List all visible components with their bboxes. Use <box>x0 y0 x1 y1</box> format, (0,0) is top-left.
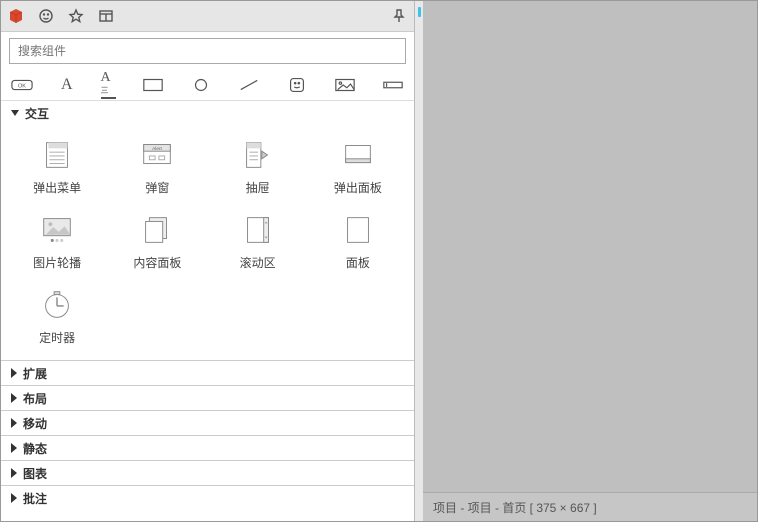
section-interaction: 交互 弹出菜单 Alert 弹窗 抽屉 弹出面板 <box>1 101 414 361</box>
section-header-layout[interactable]: 布局 <box>1 386 414 410</box>
component-label: 面板 <box>346 254 370 271</box>
component-label: 图片轮播 <box>33 254 81 271</box>
component-panel[interactable]: 面板 <box>308 208 408 277</box>
search-input-wrapper[interactable] <box>9 38 406 64</box>
section-mobile: 移动 <box>1 411 414 436</box>
chevron-right-icon <box>11 493 17 503</box>
popout-menu-icon <box>37 139 77 171</box>
app-window: OK A A三 交互 弹出菜单 Alert 弹窗 <box>0 0 758 522</box>
search-input[interactable] <box>16 43 399 59</box>
cube-icon[interactable] <box>7 7 25 25</box>
component-popout-menu[interactable]: 弹出菜单 <box>7 133 107 202</box>
chevron-right-icon <box>11 418 17 428</box>
section-header-static[interactable]: 静态 <box>1 436 414 460</box>
panel-topbar <box>1 1 414 32</box>
component-label: 弹出面板 <box>334 179 382 196</box>
section-title: 图表 <box>23 465 47 482</box>
component-label: 滚动区 <box>240 254 276 271</box>
section-static: 静态 <box>1 436 414 461</box>
component-label: 定时器 <box>39 329 75 346</box>
panel-resize-handle[interactable] <box>415 1 423 521</box>
section-extend: 扩展 <box>1 361 414 386</box>
section-header-extend[interactable]: 扩展 <box>1 361 414 385</box>
ok-button-shape[interactable]: OK <box>11 76 33 94</box>
component-content-panel[interactable]: 内容面板 <box>107 208 207 277</box>
component-label: 弹出菜单 <box>33 179 81 196</box>
components-panel: OK A A三 交互 弹出菜单 Alert 弹窗 <box>1 1 415 521</box>
section-chart: 图表 <box>1 461 414 486</box>
timer-icon <box>37 289 77 321</box>
chevron-right-icon <box>11 393 17 403</box>
section-title: 静态 <box>23 440 47 457</box>
window-icon[interactable] <box>97 7 115 25</box>
chevron-right-icon <box>11 443 17 453</box>
content-panel-icon <box>137 214 177 246</box>
drawer-icon <box>238 139 278 171</box>
chevron-right-icon <box>11 368 17 378</box>
section-title: 扩展 <box>23 365 47 382</box>
chevron-down-icon <box>11 110 19 116</box>
status-bar: 项目 - 项目 - 首页 [ 375 × 667 ] <box>423 492 757 521</box>
component-popup[interactable]: Alert 弹窗 <box>107 133 207 202</box>
canvas-area[interactable]: 项目 - 项目 - 首页 [ 375 × 667 ] <box>423 1 757 521</box>
section-title: 移动 <box>23 415 47 432</box>
component-label: 抽屉 <box>246 179 270 196</box>
input-shape[interactable] <box>382 76 404 94</box>
component-scroll-area[interactable]: 滚动区 <box>208 208 308 277</box>
component-drawer[interactable]: 抽屉 <box>208 133 308 202</box>
underline-text-shape[interactable]: A三 <box>101 76 117 94</box>
component-grid: 弹出菜单 Alert 弹窗 抽屉 弹出面板 图片轮播 <box>1 125 414 360</box>
smiley-icon[interactable] <box>37 7 55 25</box>
panel-icon <box>338 214 378 246</box>
text-shape[interactable]: A <box>59 76 75 94</box>
star-icon[interactable] <box>67 7 85 25</box>
smiley-shape[interactable] <box>286 76 308 94</box>
svg-text:Alert: Alert <box>152 146 162 152</box>
section-layout: 布局 <box>1 386 414 411</box>
carousel-icon <box>37 214 77 246</box>
section-header-mobile[interactable]: 移动 <box>1 411 414 435</box>
component-image-carousel[interactable]: 图片轮播 <box>7 208 107 277</box>
component-label: 弹窗 <box>145 179 169 196</box>
pin-icon[interactable] <box>390 7 408 25</box>
component-timer[interactable]: 定时器 <box>7 283 107 352</box>
image-shape[interactable] <box>334 76 356 94</box>
section-annotate: 批注 <box>1 486 414 510</box>
section-title: 交互 <box>25 105 49 122</box>
section-header-interaction[interactable]: 交互 <box>1 101 414 125</box>
section-header-chart[interactable]: 图表 <box>1 461 414 485</box>
rectangle-shape[interactable] <box>142 76 164 94</box>
popup-icon: Alert <box>137 139 177 171</box>
circle-shape[interactable] <box>190 76 212 94</box>
line-shape[interactable] <box>238 76 260 94</box>
component-label: 内容面板 <box>133 254 181 271</box>
popout-panel-icon <box>338 139 378 171</box>
chevron-right-icon <box>11 468 17 478</box>
section-title: 布局 <box>23 390 47 407</box>
section-header-annotate[interactable]: 批注 <box>1 486 414 510</box>
scroll-area-icon <box>238 214 278 246</box>
component-popout-panel[interactable]: 弹出面板 <box>308 133 408 202</box>
status-text: 项目 - 项目 - 首页 [ 375 × 667 ] <box>433 499 597 516</box>
quick-shapes: OK A A三 <box>1 70 414 101</box>
svg-text:OK: OK <box>18 84 26 90</box>
section-title: 批注 <box>23 490 47 507</box>
